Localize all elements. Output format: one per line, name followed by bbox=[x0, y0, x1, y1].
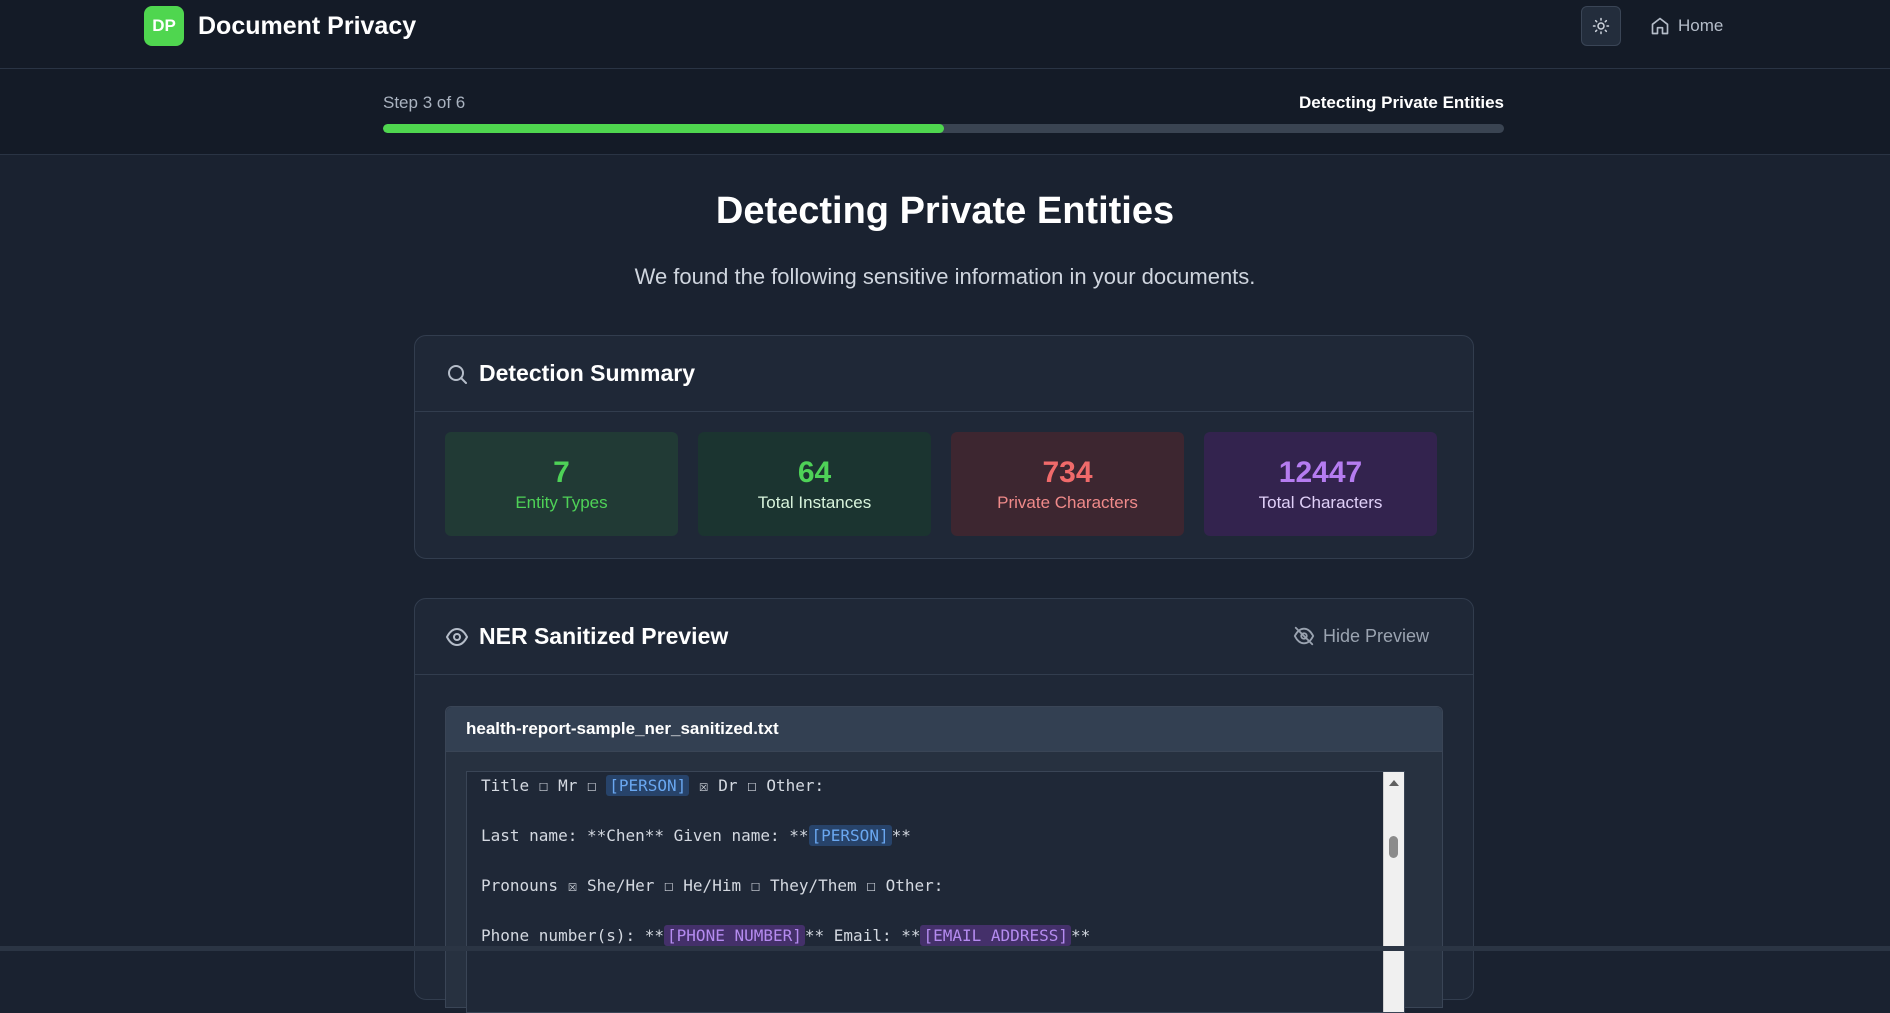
home-link[interactable]: Home bbox=[1650, 14, 1723, 38]
ner-preview-card: NER Sanitized Preview Hide Preview healt… bbox=[414, 598, 1474, 1013]
bottom-edge bbox=[0, 946, 1890, 951]
eye-off-icon bbox=[1293, 626, 1315, 646]
detection-summary-title: Detection Summary bbox=[479, 360, 696, 386]
text-line: Last name: **Chen** Given name: ** [PERSO… bbox=[481, 825, 911, 846]
page-subtitle: We found the following sensitive informa… bbox=[634, 264, 1256, 289]
app-title[interactable]: Document Privacy bbox=[198, 12, 416, 41]
text-line: Phone number(s): ** [PHONE NUMBER] ** Emai… bbox=[481, 925, 1091, 946]
hide-preview-button[interactable]: Hide Preview bbox=[1293, 625, 1429, 647]
detection-summary-header: Detection Summary bbox=[415, 336, 1473, 412]
text-segment: ** bbox=[891, 826, 911, 845]
top-bar: DP Document Privacy Home bbox=[0, 0, 1890, 69]
stat-value: 7 bbox=[553, 456, 570, 489]
person-tag: [PERSON] bbox=[808, 825, 892, 846]
stats-row: 7 Entity Types 64 Total Instances 734 Pr… bbox=[415, 412, 1473, 556]
stat-value: 64 bbox=[797, 456, 832, 489]
stat-label: Private Characters bbox=[997, 493, 1138, 512]
stat-private-characters: 734 Private Characters bbox=[951, 432, 1184, 536]
app-logo[interactable]: DP bbox=[144, 6, 184, 46]
phone-number-tag: [PHONE NUMBER] bbox=[664, 925, 805, 946]
progress-bar-fill bbox=[383, 124, 944, 133]
scroll-thumb[interactable] bbox=[1389, 836, 1398, 858]
step-title: Detecting Private Entities bbox=[1298, 93, 1504, 112]
detection-summary-card: Detection Summary 7 Entity Types 64 Tota… bbox=[414, 335, 1474, 559]
stat-label: Total Instances bbox=[757, 493, 872, 512]
ner-preview-title: NER Sanitized Preview bbox=[479, 623, 729, 649]
email-address-tag: [EMAIL ADDRESS] bbox=[920, 925, 1071, 946]
home-label: Home bbox=[1678, 16, 1724, 35]
progress-bar bbox=[383, 124, 1504, 133]
text-segment: ☒ Dr ☐ Other: bbox=[689, 776, 825, 795]
sanitized-text-area[interactable]: Title ☐ Mr ☐ [PERSON] ☒ Dr ☐ Other: Last… bbox=[466, 771, 1405, 1013]
stat-value: 12447 bbox=[1278, 456, 1363, 489]
text-segment: ** bbox=[1070, 926, 1091, 945]
step-counter: Step 3 of 6 bbox=[383, 93, 466, 112]
stat-entity-types: 7 Entity Types bbox=[445, 432, 678, 536]
file-name: health-report-sample_ner_sanitized.txt bbox=[446, 707, 1442, 752]
text-segment: Last name: **Chen** Given name: ** bbox=[481, 826, 809, 845]
stat-value: 734 bbox=[1042, 456, 1093, 489]
ner-preview-header: NER Sanitized Preview Hide Preview bbox=[415, 599, 1473, 675]
sun-icon bbox=[1592, 17, 1610, 35]
text-line: Title ☐ Mr ☐ [PERSON] ☒ Dr ☐ Other: bbox=[481, 775, 825, 796]
progress-section: Step 3 of 6 Detecting Private Entities bbox=[0, 69, 1890, 155]
search-icon bbox=[448, 364, 467, 384]
hide-preview-label: Hide Preview bbox=[1322, 625, 1429, 646]
theme-toggle-button[interactable] bbox=[1581, 6, 1621, 46]
stat-total-instances: 64 Total Instances bbox=[698, 432, 931, 536]
stat-label: Total Characters bbox=[1258, 493, 1383, 512]
text-segment: ** Email: ** bbox=[804, 926, 921, 945]
eye-icon bbox=[445, 627, 469, 646]
scrollbar[interactable] bbox=[1383, 772, 1404, 1012]
stat-label: Entity Types bbox=[515, 493, 608, 512]
text-segment: Phone number(s): ** bbox=[481, 926, 665, 945]
file-preview-panel: health-report-sample_ner_sanitized.txt T… bbox=[445, 706, 1443, 1013]
person-tag: [PERSON] bbox=[606, 775, 690, 796]
stat-total-characters: 12447 Total Characters bbox=[1204, 432, 1437, 536]
text-segment: Title ☐ Mr ☐ bbox=[481, 776, 607, 795]
text-line: Pronouns ☒ She/Her ☐ He/Him ☐ They/Them … bbox=[481, 876, 944, 895]
home-icon bbox=[1651, 17, 1669, 35]
scroll-up-arrow-icon[interactable] bbox=[1389, 780, 1399, 786]
page-title: Detecting Private Entities bbox=[715, 190, 1175, 232]
